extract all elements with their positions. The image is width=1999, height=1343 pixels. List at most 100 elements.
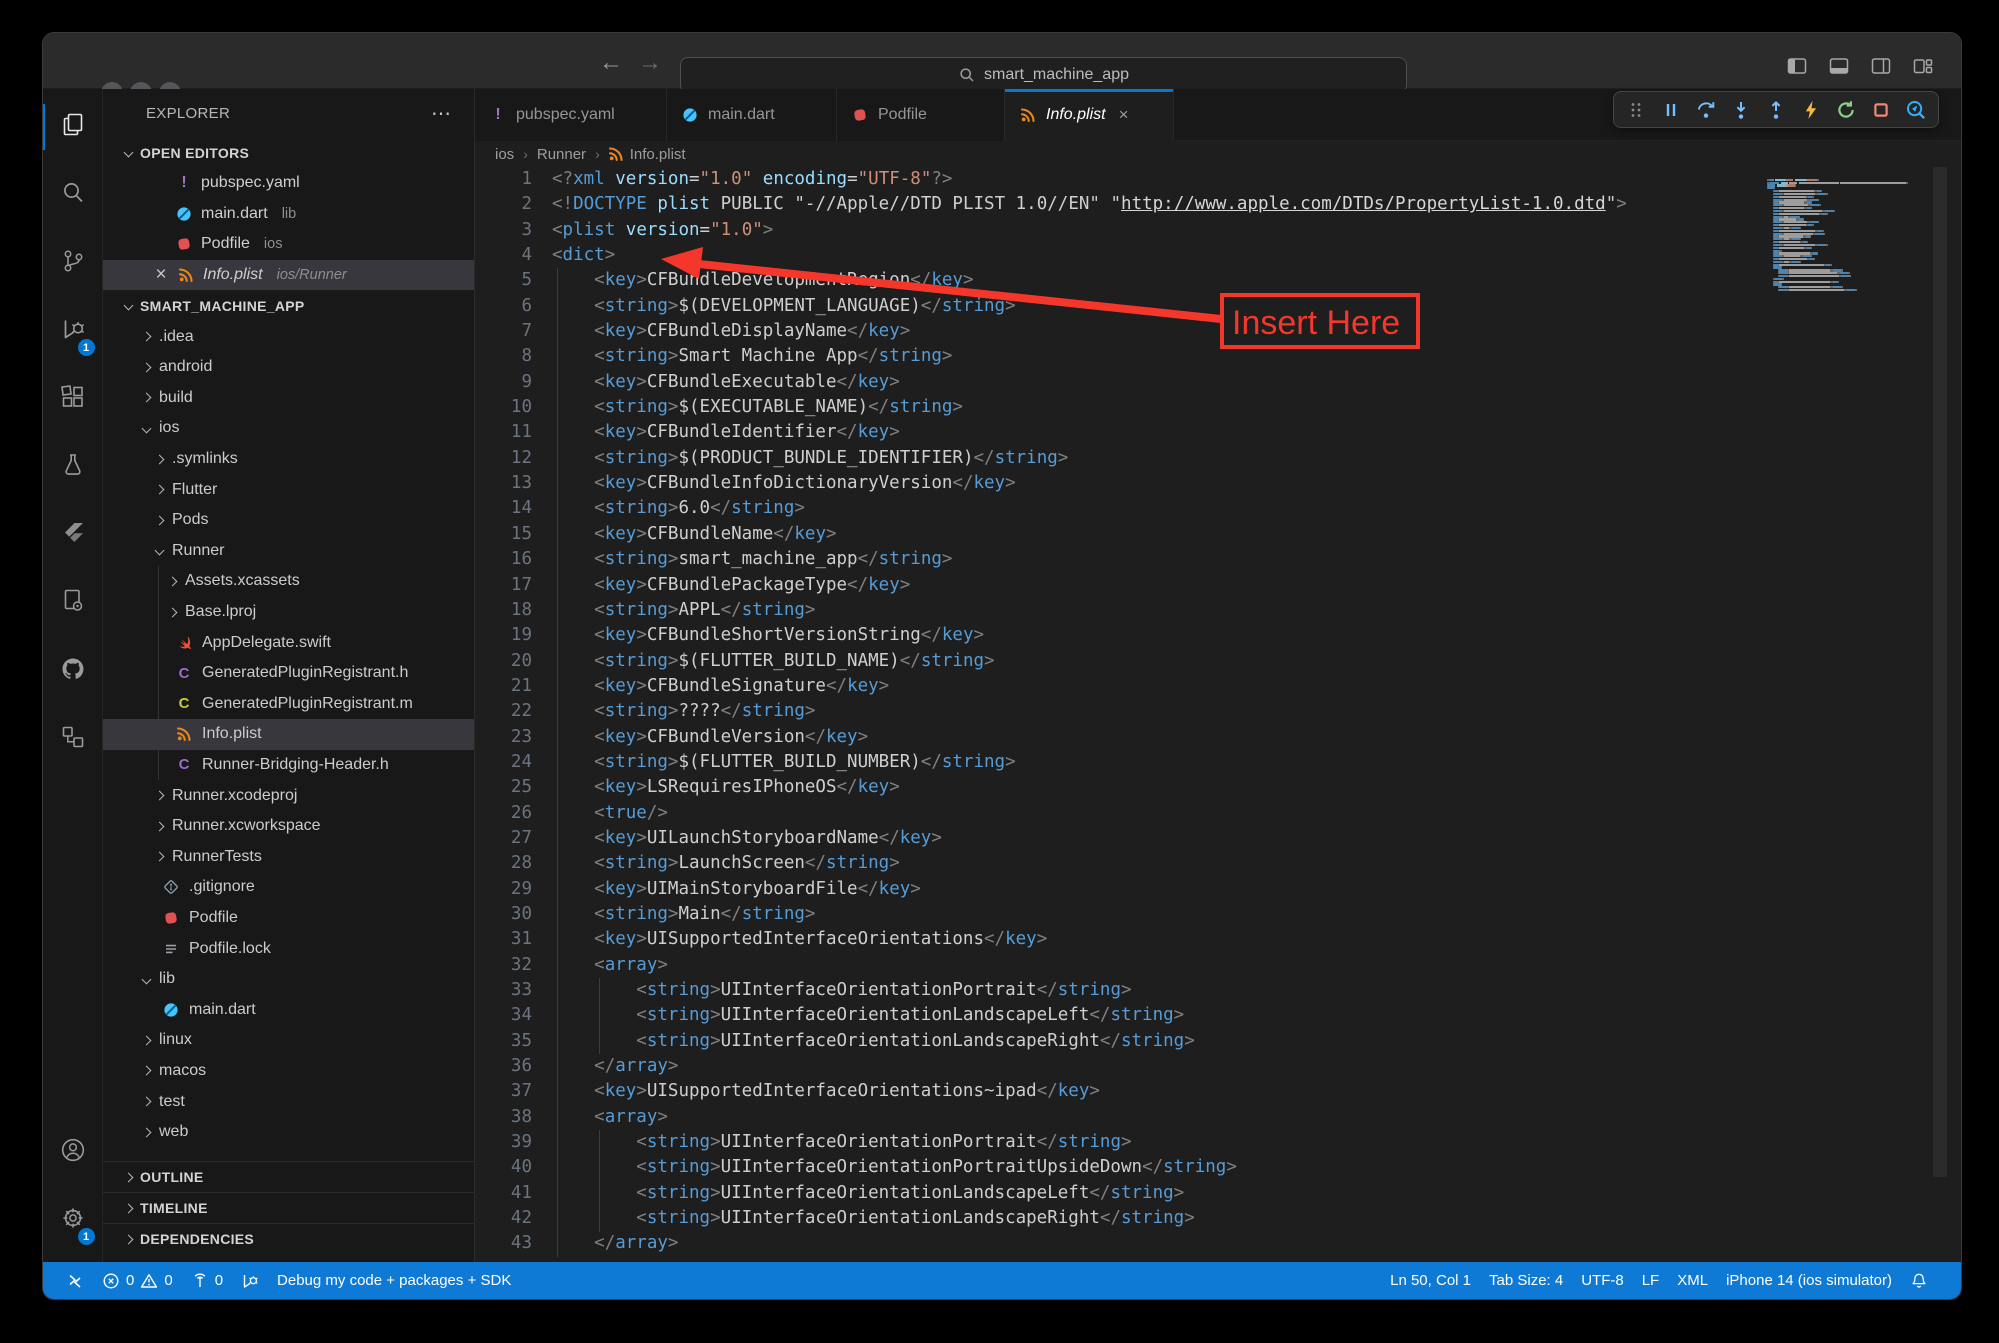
breadcrumb-item-Info.plist[interactable]: Info.plist: [609, 145, 686, 163]
debug-devtools-button[interactable]: [1905, 99, 1927, 121]
open-editors-section-header[interactable]: OPEN EDITORS: [103, 137, 474, 168]
debug-stop-button[interactable]: [1870, 99, 1892, 121]
tree-item-.gitignore[interactable]: .gitignore: [103, 872, 474, 903]
close-tab-icon[interactable]: ×: [1119, 105, 1129, 125]
status-flutter-device[interactable]: iPhone 14 (ios simulator): [1717, 1262, 1901, 1299]
tree-item-build[interactable]: build: [103, 383, 474, 414]
activity-bar-item-extensions[interactable]: [43, 365, 103, 433]
code-line-2: <!DOCTYPE plist PUBLIC "-//Apple//DTD PL…: [552, 192, 1961, 217]
status-language-mode[interactable]: XML: [1668, 1262, 1717, 1299]
breadcrumb-label: ios: [495, 146, 514, 163]
sidebar-section-outline[interactable]: OUTLINE: [103, 1161, 474, 1192]
toggle-secondary-sidebar-icon[interactable]: [1868, 53, 1893, 78]
views-and-more-actions-button[interactable]: ⋯: [431, 101, 452, 126]
status-encoding[interactable]: UTF-8: [1572, 1262, 1633, 1299]
tree-item-ios[interactable]: ios: [103, 413, 474, 444]
activity-bar-item-testing[interactable]: [43, 433, 103, 501]
tree-item-Base.lproj[interactable]: Base.lproj: [103, 597, 474, 628]
sidebar-section-dependencies[interactable]: DEPENDENCIES: [103, 1223, 474, 1254]
activity-bar-item-flutter[interactable]: [43, 501, 103, 569]
history-back-button[interactable]: ←: [599, 49, 623, 77]
tree-item-AppDelegate.swift[interactable]: AppDelegate.swift: [103, 627, 474, 658]
code-line-39: <string>UIInterfaceOrientationPortrait</…: [552, 1130, 1961, 1155]
activity-bar-item-run-and-debug[interactable]: 1: [43, 297, 103, 365]
status-debug-configuration[interactable]: Debug my code + packages + SDK: [268, 1262, 520, 1299]
tree-item-Flutter[interactable]: Flutter: [103, 474, 474, 505]
activity-bar-item-references[interactable]: [43, 705, 103, 773]
status-cursor-position[interactable]: Ln 50, Col 1: [1381, 1262, 1480, 1299]
tab-Podfile[interactable]: Podfile: [837, 89, 1005, 141]
debug-step-into-button[interactable]: [1730, 99, 1752, 121]
code-line-14: <string>6.0</string>: [552, 496, 1961, 521]
activity-bar-item-accounts[interactable]: [43, 1118, 103, 1186]
tree-item-web[interactable]: web: [103, 1117, 474, 1148]
tree-item-macos[interactable]: macos: [103, 1056, 474, 1087]
tree-item-android[interactable]: android: [103, 352, 474, 383]
toggle-primary-sidebar-icon[interactable]: [1784, 53, 1809, 78]
section-label: DEPENDENCIES: [140, 1231, 254, 1247]
debug-step-over-button[interactable]: [1695, 99, 1717, 121]
toggle-panel-icon[interactable]: [1826, 53, 1851, 78]
line-number: 41: [475, 1181, 532, 1206]
status-notifications[interactable]: [1901, 1262, 1937, 1299]
breadcrumb-item-Runner[interactable]: Runner: [537, 146, 586, 163]
code-editor[interactable]: 1234567891011121314151617181920212223242…: [475, 167, 1961, 1262]
tree-item-Pods[interactable]: Pods: [103, 505, 474, 536]
open-editor-main.dart[interactable]: main.dartlib: [103, 199, 474, 230]
debug-step-out-button[interactable]: [1765, 99, 1787, 121]
project-section-header[interactable]: SMART_MACHINE_APP: [103, 290, 474, 321]
close-editor-icon[interactable]: ×: [153, 267, 169, 283]
command-center-search[interactable]: smart_machine_app: [680, 57, 1407, 93]
tree-item-Info.plist[interactable]: Info.plist: [103, 719, 474, 750]
debug-pause-button[interactable]: [1660, 99, 1682, 121]
tree-item-Podfile.lock[interactable]: Podfile.lock: [103, 933, 474, 964]
debug-grip-button[interactable]: [1625, 99, 1647, 121]
status-debug-console[interactable]: [232, 1262, 268, 1299]
debug-hot-reload-button[interactable]: [1800, 99, 1822, 121]
tree-item-.idea[interactable]: .idea: [103, 321, 474, 352]
activity-bar-item-source-control[interactable]: [43, 229, 103, 297]
tree-item-Podfile[interactable]: Podfile: [103, 903, 474, 934]
line-number: 24: [475, 750, 532, 775]
status-ports[interactable]: 0: [182, 1262, 232, 1299]
breadcrumb-item-ios[interactable]: ios: [495, 146, 514, 163]
minimap[interactable]: [1767, 169, 1911, 291]
open-editor-pubspec.yaml[interactable]: !pubspec.yaml: [103, 168, 474, 199]
status-text: iPhone 14 (ios simulator): [1726, 1272, 1892, 1289]
tree-item-lib[interactable]: lib: [103, 964, 474, 995]
tree-item-linux[interactable]: linux: [103, 1025, 474, 1056]
tab-Info.plist[interactable]: Info.plist×: [1005, 89, 1174, 141]
open-editor-Info.plist[interactable]: ×Info.plistios/Runner: [103, 260, 474, 291]
debug-restart-button[interactable]: [1835, 99, 1857, 121]
history-forward-button[interactable]: →: [638, 49, 662, 77]
tree-item-.symlinks[interactable]: .symlinks: [103, 444, 474, 475]
tree-item-main.dart[interactable]: main.dart: [103, 994, 474, 1025]
tree-item-Runner.xcodeproj[interactable]: Runner.xcodeproj: [103, 780, 474, 811]
tab-main.dart[interactable]: main.dart: [667, 89, 837, 141]
command-center-text: smart_machine_app: [984, 66, 1129, 84]
tree-item-RunnerTests[interactable]: RunnerTests: [103, 841, 474, 872]
customize-layout-icon[interactable]: [1910, 53, 1935, 78]
sidebar-section-timeline[interactable]: TIMELINE: [103, 1192, 474, 1223]
tree-item-Assets.xcassets[interactable]: Assets.xcassets: [103, 566, 474, 597]
tree-item-test[interactable]: test: [103, 1086, 474, 1117]
tree-item-Runner[interactable]: Runner: [103, 536, 474, 567]
tree-item-GeneratedPluginRegistrant.m[interactable]: CGeneratedPluginRegistrant.m: [103, 689, 474, 720]
activity-bar-item-settings[interactable]: 1: [43, 1186, 103, 1254]
status-indentation[interactable]: Tab Size: 4: [1480, 1262, 1572, 1299]
status-remote-indicator[interactable]: [57, 1262, 93, 1299]
tree-item-Runner.xcworkspace[interactable]: Runner.xcworkspace: [103, 811, 474, 842]
tab-pubspec.yaml[interactable]: !pubspec.yaml: [475, 89, 667, 141]
line-number: 35: [475, 1029, 532, 1054]
open-editor-Podfile[interactable]: Podfileios: [103, 229, 474, 260]
chevron-right-icon: [142, 1035, 152, 1045]
activity-bar-item-github[interactable]: [43, 637, 103, 705]
status-eol[interactable]: LF: [1633, 1262, 1669, 1299]
status-problems[interactable]: 00: [93, 1262, 182, 1299]
activity-bar-item-search[interactable]: [43, 161, 103, 229]
tree-item-Runner-Bridging-Header.h[interactable]: CRunner-Bridging-Header.h: [103, 750, 474, 781]
activity-bar-item-explorer[interactable]: [43, 93, 103, 161]
editor-scrollbar[interactable]: [1933, 167, 1947, 1177]
activity-bar-item-project-manager[interactable]: [43, 569, 103, 637]
tree-item-GeneratedPluginRegistrant.h[interactable]: CGeneratedPluginRegistrant.h: [103, 658, 474, 689]
